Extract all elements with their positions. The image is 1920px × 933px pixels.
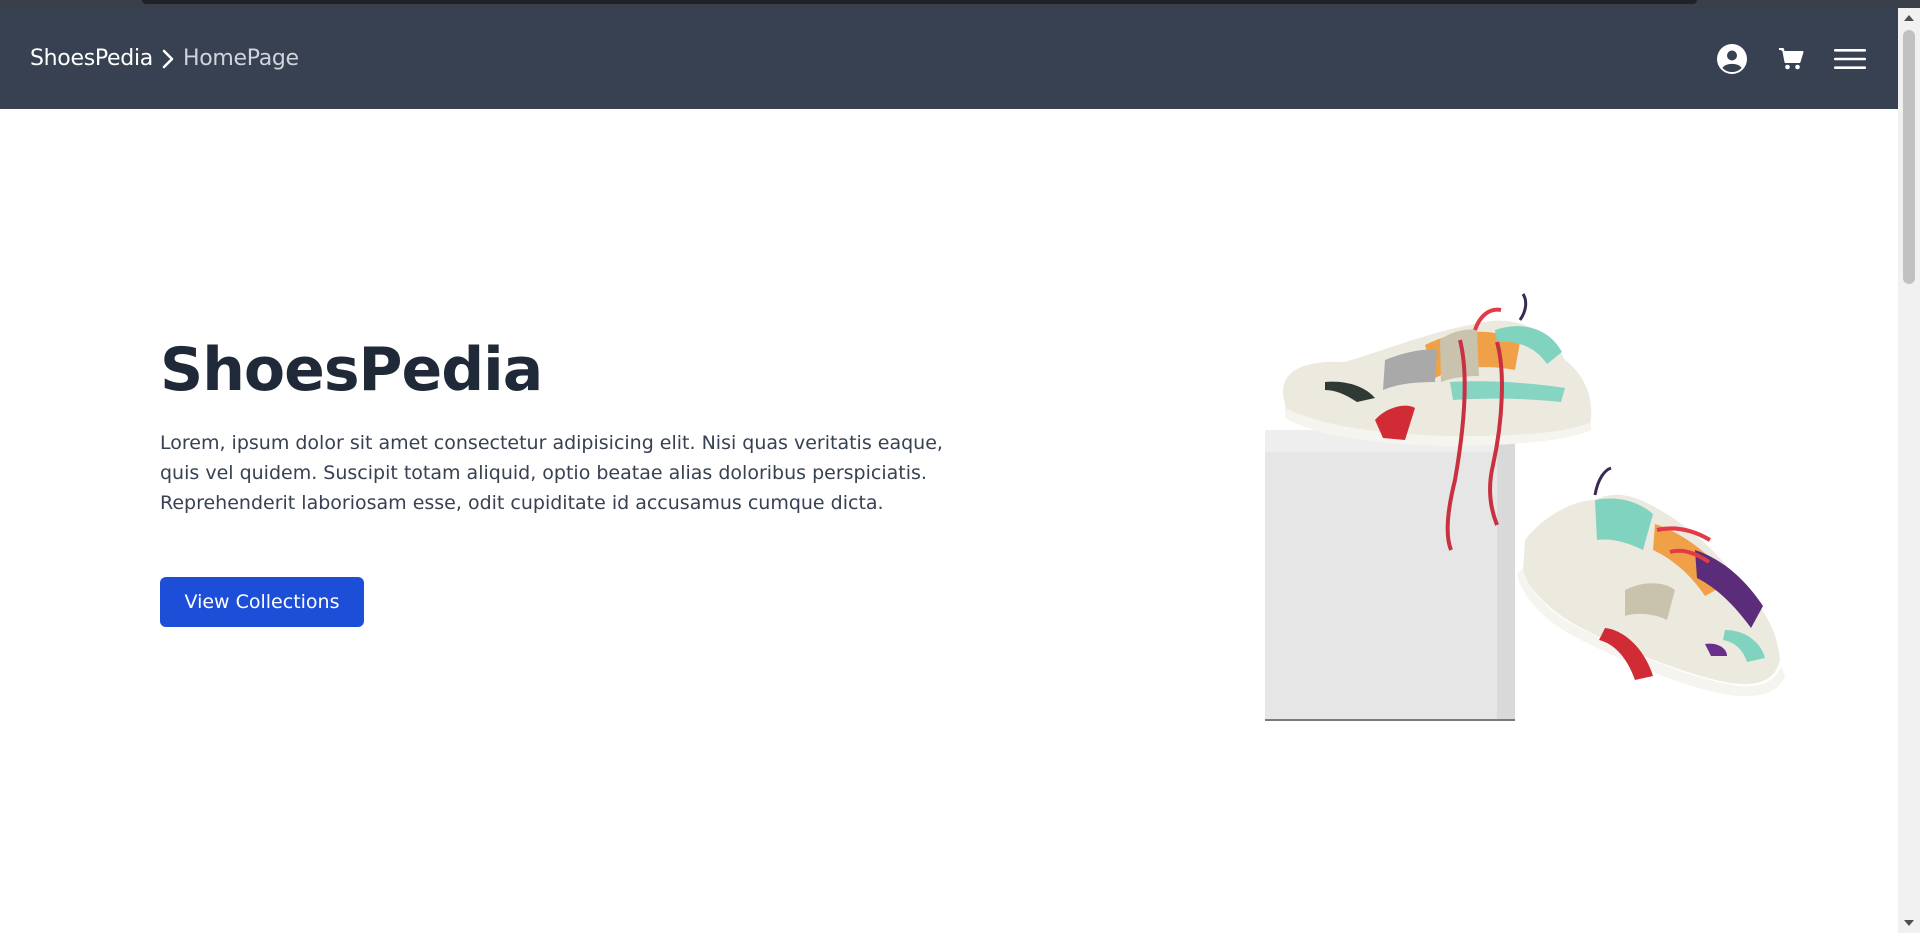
view-collections-button[interactable]: View Collections [160, 577, 364, 627]
hamburger-menu-icon[interactable] [1834, 47, 1866, 71]
breadcrumb: ShoesPedia HomePage [30, 46, 299, 71]
hero-description: Lorem, ipsum dolor sit amet consectetur … [160, 432, 943, 514]
navbar: ShoesPedia HomePage [0, 8, 1898, 109]
brand-link[interactable]: ShoesPedia [30, 46, 153, 71]
cart-icon[interactable] [1778, 47, 1804, 71]
hero-shoes-image [1265, 290, 1805, 730]
scroll-down-arrow-icon[interactable] [1904, 920, 1914, 926]
account-circle-icon[interactable] [1716, 43, 1748, 75]
hero-section: ShoesPedia Lorem, ipsum dolor sit amet c… [160, 330, 980, 518]
breadcrumb-current-page: HomePage [182, 46, 299, 71]
nav-actions [1716, 43, 1868, 75]
scroll-up-arrow-icon[interactable] [1904, 15, 1914, 21]
page-scrollbar[interactable] [1898, 8, 1920, 933]
browser-top-strip [0, 0, 1920, 8]
chevron-right-icon [161, 48, 175, 70]
hero-title: ShoesPedia [160, 335, 543, 405]
browser-address-bar-edge [142, 0, 1697, 4]
scrollbar-thumb[interactable] [1903, 30, 1915, 284]
